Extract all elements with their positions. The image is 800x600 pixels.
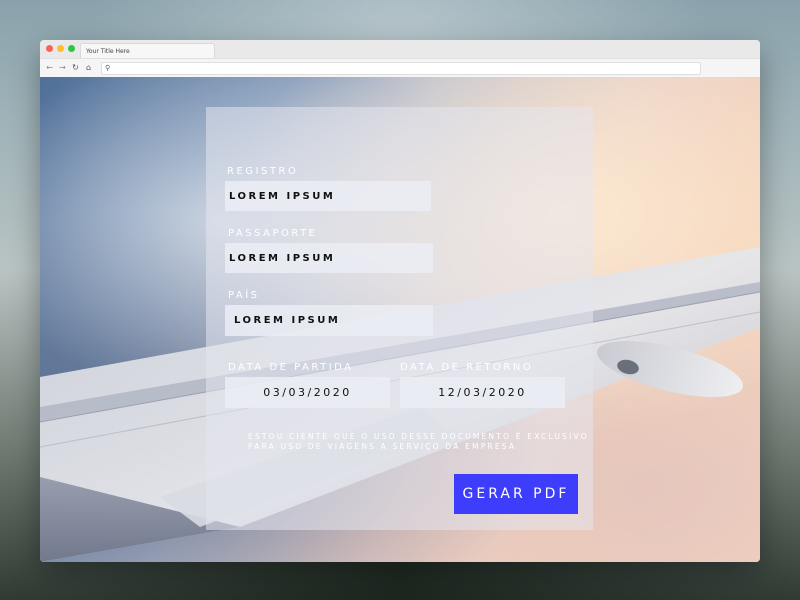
registro-input[interactable]: LOREM IPSUM [225,181,431,211]
title-bar: Your Title Here [40,40,760,59]
close-window-button[interactable] [46,45,53,52]
navigation-controls: ← → ↻ ⌂ [45,62,93,74]
back-arrow-icon[interactable]: ← [45,62,54,74]
data-retorno-input[interactable]: 12/03/2020 [400,377,565,408]
search-icon: ⚲ [105,64,111,72]
pais-input[interactable]: LOREM IPSUM [225,305,433,336]
data-partida-input[interactable]: 03/03/2020 [225,377,390,408]
maximize-window-button[interactable] [68,45,75,52]
reload-icon[interactable]: ↻ [71,62,80,74]
browser-tab[interactable]: Your Title Here [80,43,215,58]
home-icon[interactable]: ⌂ [84,62,93,74]
data-partida-label: DATA DE PARTIDA [228,362,354,373]
travel-form-panel: REGISTRO LOREM IPSUM PASSAPORTE LOREM IP… [206,107,593,530]
passaporte-input[interactable]: LOREM IPSUM [225,243,433,273]
pais-label: PAÍS [228,290,260,301]
forward-arrow-icon[interactable]: → [58,62,67,74]
registro-label: REGISTRO [227,166,299,177]
browser-toolbar: ← → ↻ ⌂ ⚲ [40,59,760,78]
browser-window: Your Title Here ← → ↻ ⌂ ⚲ REGISTRO LOREM… [40,40,760,562]
gerar-pdf-button[interactable]: GERAR PDF [454,474,578,514]
minimize-window-button[interactable] [57,45,64,52]
data-retorno-label: DATA DE RETORNO [400,362,534,373]
window-controls [46,45,75,52]
address-bar[interactable]: ⚲ [101,62,701,75]
passaporte-label: PASSAPORTE [228,228,318,239]
page-viewport: REGISTRO LOREM IPSUM PASSAPORTE LOREM IP… [40,77,760,562]
disclaimer-text: ESTOU CIENTE QUE O USO DESSE DOCUMENTO É… [248,432,589,451]
